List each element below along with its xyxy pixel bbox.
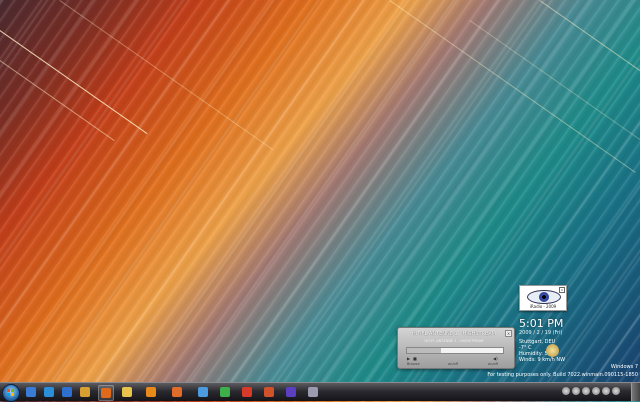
show-desktop-button[interactable] <box>631 383 640 401</box>
folder-icon[interactable] <box>120 385 134 399</box>
network-icon[interactable] <box>196 385 210 399</box>
watermark-title: Windows 7 <box>610 364 638 370</box>
opera-icon[interactable] <box>240 385 254 399</box>
light-streak <box>539 0 640 82</box>
paint-icon[interactable] <box>78 385 92 399</box>
taskbar <box>0 382 640 402</box>
media-center-icon[interactable] <box>60 385 74 399</box>
sun-icon <box>546 344 559 357</box>
close-icon[interactable]: × <box>505 330 512 337</box>
picture-gadget[interactable]: × iRadio · 2009 <box>519 285 567 311</box>
power-label[interactable]: on/off <box>448 362 458 366</box>
windows-logo-icon <box>7 389 15 397</box>
light-streak <box>0 60 115 142</box>
vlc-icon[interactable] <box>144 385 158 399</box>
clock-time: 5:01 PM <box>519 317 564 330</box>
system-tray <box>562 387 622 397</box>
tray-icon[interactable] <box>602 387 610 395</box>
picture-caption: iRadio · 2009 <box>529 304 557 309</box>
tray-icon[interactable] <box>612 387 620 395</box>
mute-label[interactable]: on/off <box>488 362 498 366</box>
flash-icon[interactable] <box>262 385 276 399</box>
tray-icon[interactable] <box>592 387 600 395</box>
utorrent-icon[interactable] <box>218 385 232 399</box>
tray-icon[interactable] <box>582 387 590 395</box>
tray-icon[interactable] <box>572 387 580 395</box>
tray-icon[interactable] <box>562 387 570 395</box>
media-player-icon[interactable] <box>42 385 56 399</box>
radio-player-gadget[interactable]: HIT-FL ANTENNE 1 · HIGHSTREAM HIT-FL ANT… <box>397 327 515 369</box>
eye-icon <box>527 290 561 304</box>
firefox-icon[interactable] <box>98 385 114 401</box>
visual-studio-icon[interactable] <box>284 385 298 399</box>
light-streak <box>59 0 273 150</box>
close-icon[interactable]: × <box>559 287 565 293</box>
station-title: HIT-FL ANTENNE 1 · HIGHSTREAM <box>412 331 496 337</box>
volume-bar[interactable] <box>406 347 504 354</box>
desktop-wallpaper: HIT-FL ANTENNE 1 · HIGHSTREAM HIT-FL ANT… <box>0 0 640 382</box>
volume-icon[interactable]: ◀) <box>493 356 498 361</box>
clock-date: 2009 / 2 / 19 (Fri) <box>519 330 563 336</box>
weather-wind: Winds: 9 km/h NW <box>519 357 566 363</box>
browse-label[interactable]: Browse <box>407 362 420 366</box>
light-streak <box>469 20 640 148</box>
calculator-icon[interactable] <box>306 385 320 399</box>
station-subtitle: HIT-FL ANTENNE 1 - HIGHSTREAM <box>424 339 484 343</box>
play-icon[interactable]: ▶ <box>407 356 410 361</box>
rss-icon[interactable] <box>170 385 184 399</box>
stop-icon[interactable]: ■ <box>413 356 417 361</box>
volume-bar-fill <box>407 348 441 353</box>
light-streak <box>389 0 636 173</box>
start-button[interactable] <box>2 384 20 402</box>
watermark-build: For testing purposes only. Build 7022.wi… <box>487 372 638 378</box>
explorer-icon[interactable] <box>24 385 38 399</box>
